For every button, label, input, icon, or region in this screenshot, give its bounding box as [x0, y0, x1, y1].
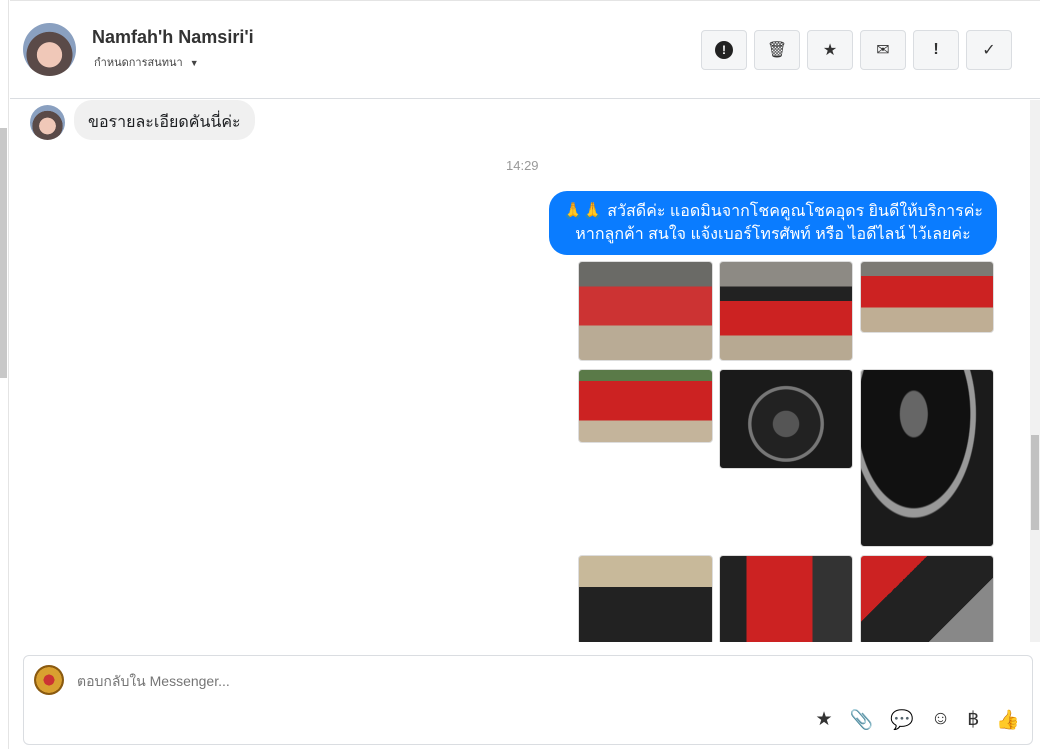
check-icon: ✓: [982, 42, 996, 59]
page-avatar: [34, 665, 64, 695]
conversation-header: Namfah'h Namsiri'i กำหนดการสนทนา ▼ ! 🗑 ★…: [10, 0, 1040, 99]
car-photo-front[interactable]: [719, 261, 853, 361]
sender-avatar: [30, 105, 65, 140]
outgoing-message: 🙏🙏 สวัสดีค่ะ แอดมินจากโชคคูณโชคอุดร ยินด…: [549, 191, 997, 255]
alert-icon: !: [715, 41, 733, 59]
car-photo-seats[interactable]: [719, 555, 853, 642]
exclamation-icon: !: [933, 41, 939, 58]
left-scrollbar[interactable]: [0, 0, 9, 749]
important-button[interactable]: !: [913, 30, 959, 70]
thread-scrollbar[interactable]: [1030, 100, 1040, 642]
sticker-icon[interactable]: ★: [815, 708, 832, 732]
left-scrollbar-thumb[interactable]: [0, 128, 7, 378]
delete-button[interactable]: 🗑: [754, 30, 800, 70]
car-photo-steering-wheel[interactable]: [719, 369, 853, 469]
car-photo-gear-shifter[interactable]: [860, 369, 994, 547]
caret-down-icon: ▼: [189, 58, 199, 68]
report-button[interactable]: !: [701, 30, 747, 70]
message-thread: ขอรายละเอียดคันนี่ค่ะ 14:29 🙏🙏 สวัสดีค่ะ…: [10, 100, 1030, 642]
payment-icon[interactable]: ฿: [967, 708, 979, 732]
thread-scrollbar-thumb[interactable]: [1031, 435, 1039, 530]
saved-replies-icon[interactable]: 💬: [890, 708, 914, 732]
mail-button[interactable]: ✉: [860, 30, 906, 70]
conversation-settings-dropdown[interactable]: กำหนดการสนทนา ▼: [94, 53, 199, 71]
contact-name[interactable]: Namfah'h Namsiri'i: [92, 27, 254, 48]
outgoing-message-line: หากลูกค้า สนใจ แจ้งเบอร์โทรศัพท์ หรือ ไอ…: [575, 226, 971, 243]
car-photo-rear[interactable]: [578, 369, 713, 443]
emoji-icon[interactable]: ☺: [931, 708, 950, 732]
attachment-icon[interactable]: 📎: [849, 708, 873, 732]
envelope-icon: ✉: [876, 42, 890, 59]
conversation-settings-label: กำหนดการสนทนา: [94, 57, 183, 69]
car-photo-front-side[interactable]: [578, 261, 713, 361]
incoming-message: ขอรายละเอียดคันนี่ค่ะ: [74, 100, 255, 140]
contact-avatar[interactable]: [23, 23, 76, 76]
trash-icon: 🗑: [766, 42, 788, 59]
outgoing-message-line: 🙏🙏 สวัสดีค่ะ แอดมินจากโชคคูณโชคอุดร ยินด…: [562, 203, 984, 220]
reply-input[interactable]: [77, 673, 677, 689]
message-timestamp: 14:29: [506, 158, 539, 173]
like-icon[interactable]: 👍: [996, 708, 1020, 732]
star-button[interactable]: ★: [807, 30, 853, 70]
star-icon: ★: [822, 42, 838, 59]
mark-done-button[interactable]: ✓: [966, 30, 1012, 70]
car-photo-dashboard[interactable]: [578, 555, 713, 642]
car-photo-interior-door[interactable]: [860, 555, 994, 642]
reply-composer: ★ 📎 💬 ☺ ฿ 👍: [23, 655, 1033, 745]
car-photo-rear-side[interactable]: [860, 261, 994, 333]
